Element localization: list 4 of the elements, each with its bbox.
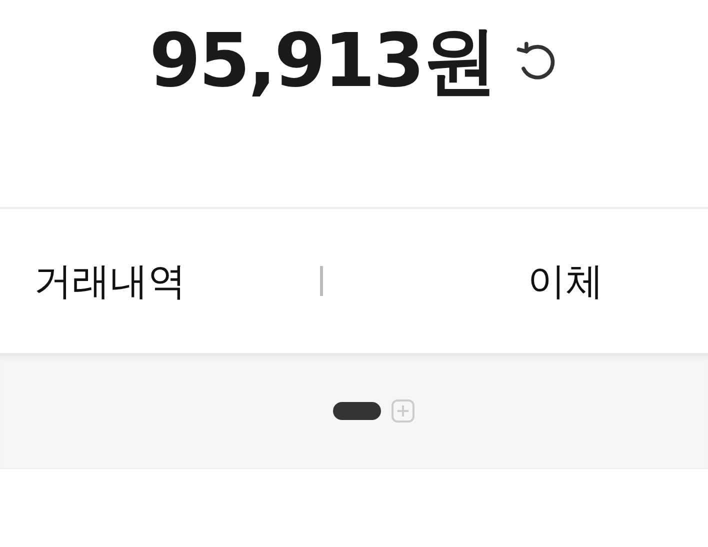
- balance-amount: 95,913원: [149, 18, 495, 104]
- page-indicator[interactable]: [333, 402, 381, 420]
- action-button[interactable]: 거래내역: [0, 256, 320, 306]
- action-button[interactable]: 이체: [322, 256, 708, 306]
